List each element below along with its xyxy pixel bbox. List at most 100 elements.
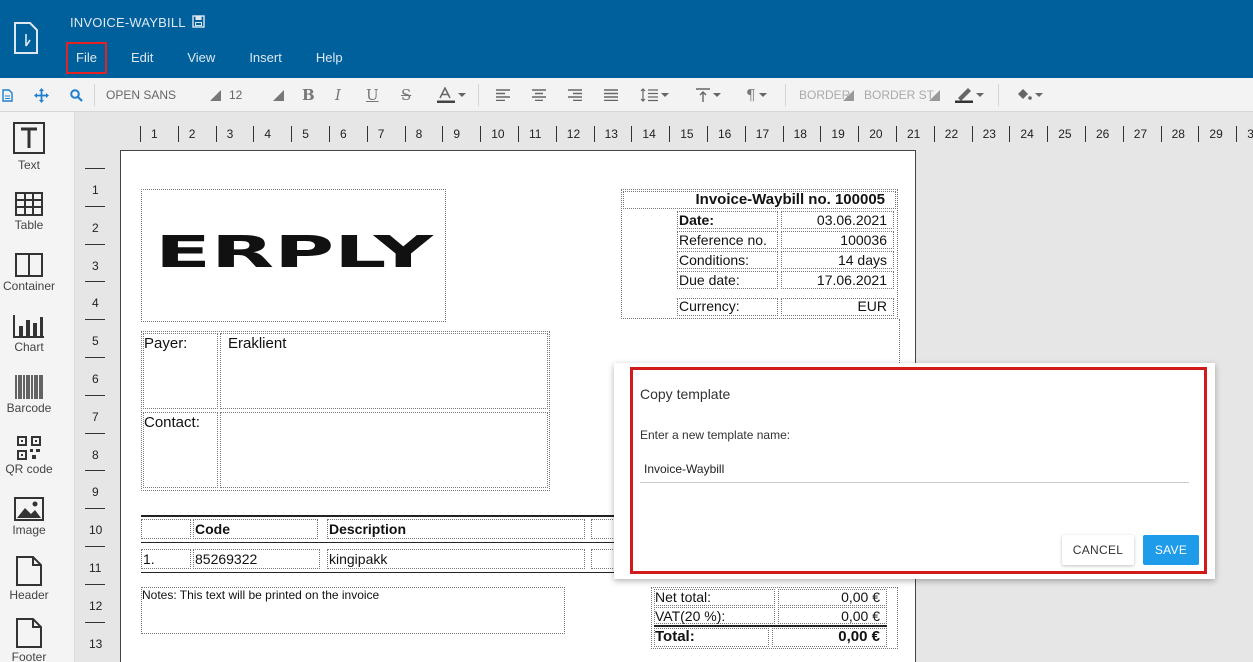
ruler-tick [253, 126, 255, 142]
tool-chart[interactable]: Chart [0, 314, 58, 354]
tool-sidebar: Text Table Container Chart Barcode QR co… [0, 112, 75, 662]
dropdown-corner-icon[interactable] [843, 78, 862, 112]
tool-label: Chart [14, 340, 44, 354]
ruler-label: 12 [566, 127, 581, 141]
ruler-label: 17 [755, 127, 770, 141]
bold-icon[interactable]: B [302, 78, 315, 112]
ruler-tick [1009, 126, 1011, 142]
ruler-tick [85, 319, 105, 321]
text-icon [13, 122, 45, 154]
font-family-select[interactable]: OPEN SANS [106, 78, 206, 112]
ruler-label: 4 [264, 127, 272, 141]
border-style-select[interactable]: BORDER ST [864, 78, 936, 112]
tool-text[interactable]: Text [0, 122, 58, 172]
ruler-tick [820, 126, 822, 142]
header-icon [16, 556, 42, 586]
line-height-icon[interactable] [640, 78, 669, 112]
ruler-label: 14 [642, 127, 656, 141]
ruler-tick [85, 621, 105, 623]
invoice-heading: Invoice-Waybill no. 100005 [695, 191, 885, 208]
menu-view[interactable]: View [177, 42, 225, 74]
ruler-tick [291, 126, 293, 142]
ruler-label: 3 [92, 258, 99, 273]
tool-label: QR code [5, 462, 53, 476]
total-label: Net total: [655, 589, 712, 605]
justify-icon[interactable] [604, 78, 618, 112]
formatting-toolbar: OPEN SANS 12 B I U S ¶ BORDER BORDER ST [0, 78, 1253, 112]
tool-label: Text [17, 158, 40, 172]
menu-help[interactable]: Help [306, 42, 353, 74]
ruler-label: 25 [1058, 127, 1072, 141]
tool-label: Header [9, 588, 49, 602]
menu-edit[interactable]: Edit [121, 42, 163, 74]
save-button[interactable]: SAVE [1143, 535, 1199, 565]
ruler-tick [1122, 126, 1124, 142]
menu-insert[interactable]: Insert [239, 42, 292, 74]
ruler-label: 23 [982, 127, 996, 141]
dropdown-corner-icon[interactable] [929, 78, 948, 112]
ruler-label: 9 [92, 485, 99, 500]
dialog-title: Copy template [640, 386, 731, 402]
ruler-tick [215, 126, 217, 142]
tool-image[interactable]: Image [0, 497, 58, 537]
tool-header[interactable]: Header [0, 556, 58, 602]
ruler-label: 13 [604, 127, 618, 141]
tool-container[interactable]: Container [0, 253, 58, 293]
qr-code-icon [17, 436, 41, 460]
ruler-tick [707, 126, 708, 142]
menu-bar: File Edit View Insert Help [66, 42, 367, 74]
tool-table[interactable]: Table [0, 192, 58, 232]
italic-icon[interactable]: I [335, 78, 341, 112]
svg-text:ERPLY: ERPLY [155, 234, 435, 270]
font-size-select[interactable]: 12 [210, 78, 242, 112]
ruler-label: 20 [869, 127, 883, 141]
template-name-input[interactable] [640, 455, 1189, 483]
table-icon [15, 192, 43, 216]
total-value: 0,00 € [841, 589, 880, 605]
ruler-tick [896, 126, 897, 142]
ruler-label: 12 [89, 598, 103, 613]
ruler-label: 3 [1247, 127, 1253, 141]
ruler-label: 8 [415, 127, 423, 141]
font-color-icon[interactable] [437, 78, 466, 112]
total-value: 0,00 € [838, 628, 880, 645]
meta-value: 17.06.2021 [816, 272, 887, 288]
fill-color-icon[interactable] [1016, 78, 1043, 112]
ruler-tick [85, 205, 105, 207]
paragraph-icon[interactable]: ¶ [746, 78, 767, 112]
ruler-label: 5 [92, 334, 99, 349]
tool-footer[interactable]: Footer [0, 618, 58, 662]
align-left-icon[interactable] [496, 78, 510, 112]
align-right-icon[interactable] [568, 78, 582, 112]
ruler-label: 1 [92, 183, 99, 197]
border-color-icon[interactable] [955, 78, 984, 112]
meta-label: Conditions: [679, 252, 750, 268]
cancel-button[interactable]: CANCEL [1062, 535, 1134, 565]
ruler-label: 19 [831, 127, 845, 141]
ruler-label: 16 [718, 127, 732, 141]
strikethrough-icon[interactable]: S [401, 78, 411, 112]
font-size-value: 12 [229, 88, 243, 102]
search-icon[interactable] [70, 78, 83, 112]
ruler-tick [85, 508, 105, 510]
page-icon[interactable] [2, 78, 13, 112]
ruler-tick [744, 126, 746, 142]
dropdown-corner-icon[interactable] [273, 78, 292, 112]
ruler-label: 18 [793, 127, 807, 141]
save-icon[interactable] [192, 15, 205, 28]
ruler-label: 2 [188, 127, 196, 141]
template-name-label: Enter a new template name: [640, 428, 791, 442]
move-icon[interactable] [34, 78, 49, 112]
vertical-align-icon[interactable] [696, 78, 721, 112]
table-header-code: Code [195, 521, 230, 537]
ruler-label: 6 [92, 372, 99, 386]
underline-icon[interactable]: U [366, 78, 379, 112]
tool-barcode[interactable]: Barcode [0, 375, 58, 415]
menu-file[interactable]: File [66, 42, 107, 74]
footer-icon [16, 618, 42, 648]
meta-value: 100036 [840, 232, 887, 248]
dropdown-corner-icon [210, 89, 221, 101]
tool-qr-code[interactable]: QR code [0, 436, 58, 476]
align-center-icon[interactable] [532, 78, 546, 112]
ruler-label: 29 [1209, 127, 1223, 141]
